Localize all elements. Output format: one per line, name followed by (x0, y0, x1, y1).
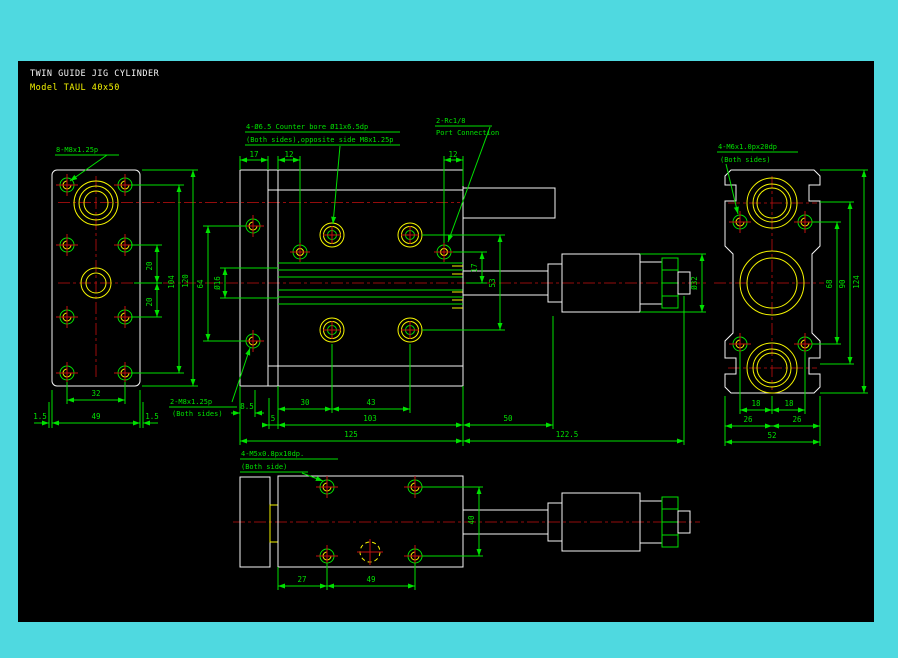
side-thread-note-line1: 2-M8x1.25p (170, 398, 212, 406)
counterbore-hole (397, 317, 423, 343)
counterbore-note-line2: (Both sides),opposite side M8x1.25p (246, 136, 394, 144)
dim-dia32: Ø32 (690, 276, 699, 290)
dim-12-right: 12 (448, 150, 457, 159)
counterbore-hole (319, 222, 345, 248)
port-note-line2: Port Connection (436, 129, 499, 137)
dim-124: 124 (852, 275, 861, 289)
dim-32: 32 (91, 389, 100, 398)
dim-43: 43 (366, 398, 375, 407)
drawing-model: Model TAUL 40x50 (30, 83, 120, 93)
dim-50: 50 (503, 414, 513, 423)
dim-68: 68 (825, 279, 834, 289)
dim-104: 104 (167, 275, 176, 289)
thread-note-left-view: 8-M8x1.25p (56, 146, 98, 154)
dim-1-5-left: 1.5 (33, 412, 47, 421)
cad-drawing: TWIN GUIDE JIG CYLINDER Model TAUL 40x50 (0, 0, 898, 658)
dim-20a: 20 (145, 261, 154, 271)
dim-dia16: Ø16 (213, 276, 222, 290)
dim-40: 40 (467, 515, 476, 525)
dim-26b: 26 (792, 415, 802, 424)
dim-64: 64 (196, 279, 205, 289)
dim-90: 90 (838, 279, 847, 289)
dim-49-bottom: 49 (366, 575, 375, 584)
end-thread-note-line1: 4-M6x1.0px20dp (718, 143, 777, 151)
dim-26a: 26 (743, 415, 753, 424)
dim-12-left: 12 (284, 150, 293, 159)
end-thread-note-line2: (Both sides) (720, 156, 771, 164)
dim-27: 27 (297, 575, 306, 584)
side-thread-note-line2: (Both sides) (172, 410, 223, 418)
dim-30: 30 (300, 398, 310, 407)
drawing-title: TWIN GUIDE JIG CYLINDER (30, 69, 160, 79)
dim-5: 5 (271, 414, 276, 423)
dim-1-5-right: 1.5 (145, 412, 159, 421)
dim-17-right: 17 (470, 263, 479, 272)
cad-viewer-window: TWIN GUIDE JIG CYLINDER Model TAUL 40x50 (0, 0, 898, 658)
dim-52: 52 (767, 431, 776, 440)
dim-20b: 20 (145, 297, 154, 307)
dim-120: 120 (181, 274, 190, 288)
dim-17-top: 17 (249, 150, 258, 159)
dim-18a: 18 (751, 399, 761, 408)
bottom-thread-note-line1: 4-M5x0.8px10dp. (241, 450, 304, 458)
dim-53: 53 (488, 278, 497, 287)
counterbore-hole (397, 222, 423, 248)
dim-103: 103 (363, 414, 377, 423)
dim-122-5: 122.5 (556, 430, 579, 439)
counterbore-note-line1: 4-Ø6.5 Counter bore Ø11x6.5dp (246, 123, 368, 131)
dim-125: 125 (344, 430, 358, 439)
dim-49: 49 (91, 412, 100, 421)
counterbore-hole (319, 317, 345, 343)
dim-8-5: 8.5 (240, 402, 254, 411)
bottom-thread-note-line2: (Both side) (241, 463, 287, 471)
port-note-line1: 2-Rc1/8 (436, 117, 466, 125)
dim-18b: 18 (784, 399, 794, 408)
